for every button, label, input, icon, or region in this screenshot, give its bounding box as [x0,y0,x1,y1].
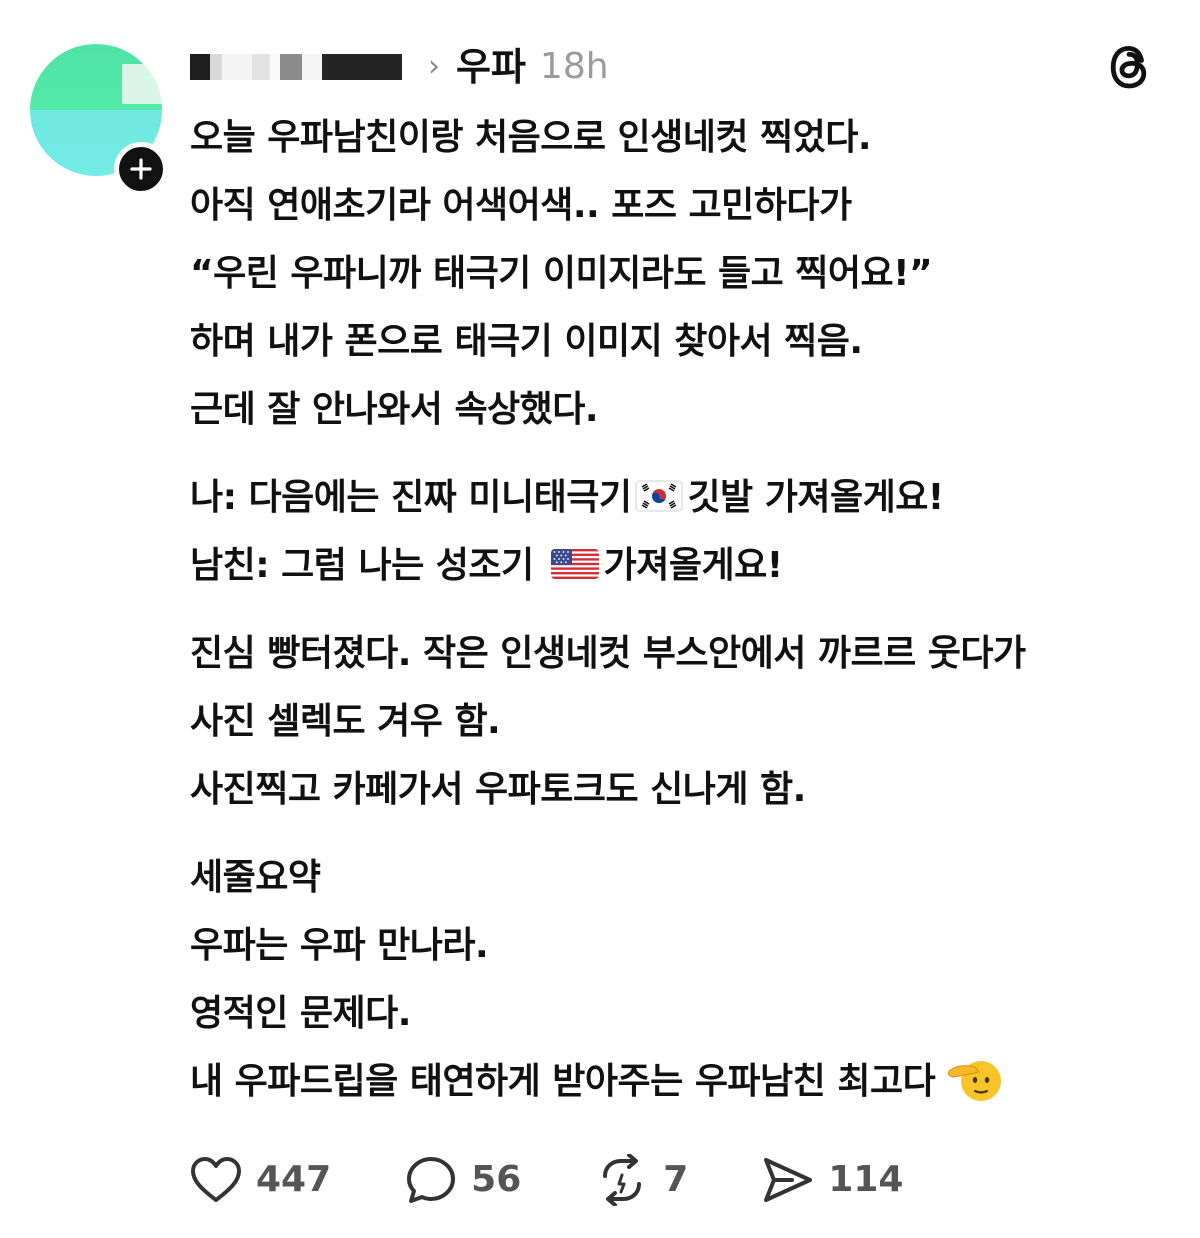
us-flag-emoji [550,549,599,579]
post-timestamp: 18h [539,46,609,87]
send-icon [764,1158,813,1202]
post-text-line: 내 우파드립을 태연하게 받아주는 우파남친 최고다 [190,1048,1180,1116]
post-text-line: 남친: 그럼 나는 성조기 가져올게요! [190,532,1180,600]
post-text-line: 진심 빵터졌다. 작은 인생네컷 부스안에서 까르르 웃다가 [190,633,1026,674]
post-text-line: 아직 연애초기라 어색어색.. 포즈 고민하다가 [190,185,852,226]
repost-count: 7 [663,1159,689,1200]
post-text-segment: 내 우파드립을 태연하게 받아주는 우파남친 최고다 [190,1061,936,1102]
avatar-redaction [122,64,162,104]
post-text-line: 오늘 우파남친이랑 처음으로 인생네컷 찍었다. [190,117,872,158]
saluting-face-emoji [948,1061,1002,1101]
threads-logo-icon[interactable] [1104,40,1154,94]
share-button[interactable]: 114 [762,1155,903,1205]
repost-icon [603,1154,642,1206]
post-text-line: 근데 잘 안나와서 속상했다. [190,389,599,430]
post-text-line: 영적인 문제다. [190,993,411,1034]
post-text-line: 사진 셀렉도 겨우 함. [190,701,501,742]
heart-icon [191,1157,241,1202]
post-text-line: 하며 내가 폰으로 태극기 이미지 찾아서 찍음. [190,321,863,362]
post-text-line: 사진찍고 카페가서 우파토크도 신나게 함. [190,769,806,810]
like-count: 447 [256,1159,332,1200]
thread-post: › 우파 18h 오늘 우파남친이랑 처음으로 인생네컷 찍었다. 아직 연애초… [0,0,1200,1238]
repost-button[interactable]: 7 [595,1154,688,1206]
comment-count: 56 [471,1159,522,1200]
post-text-segment: 남친: 그럼 나는 성조기 [190,545,534,586]
redacted-username[interactable] [190,54,402,80]
comment-button[interactable]: 56 [405,1155,521,1205]
action-bar: 447 56 7 114 [190,1150,977,1210]
post-text-line: “우린 우파니까 태극기 이미지라도 들고 찍어요!” [190,253,933,294]
like-button[interactable]: 447 [190,1156,331,1204]
post-text-segment: 깃발 가져올게요! [687,477,944,518]
post-text-segment: 가져올게요! [603,545,784,586]
community-link[interactable]: 우파 [456,48,526,86]
plus-icon [130,158,152,180]
post-text-line: 우파는 우파 만나라. [190,925,489,966]
follow-button[interactable] [114,142,168,196]
south-korea-flag-emoji [635,480,683,512]
chevron-right-icon: › [428,49,440,84]
share-count: 114 [828,1159,904,1200]
comment-bubble-icon [407,1157,456,1203]
post-text-line: 나: 다음에는 진짜 미니태극기 깃발 가져올게요! [190,464,1180,532]
avatar-container[interactable] [30,44,168,196]
post-header: › 우파 18h [190,40,609,94]
post-text-line: 세줄요약 [190,857,321,898]
post-body: 오늘 우파남친이랑 처음으로 인생네컷 찍었다. 아직 연애초기라 어색어색..… [190,104,1180,1116]
post-text-segment: 나: 다음에는 진짜 미니태극기 [190,477,632,518]
